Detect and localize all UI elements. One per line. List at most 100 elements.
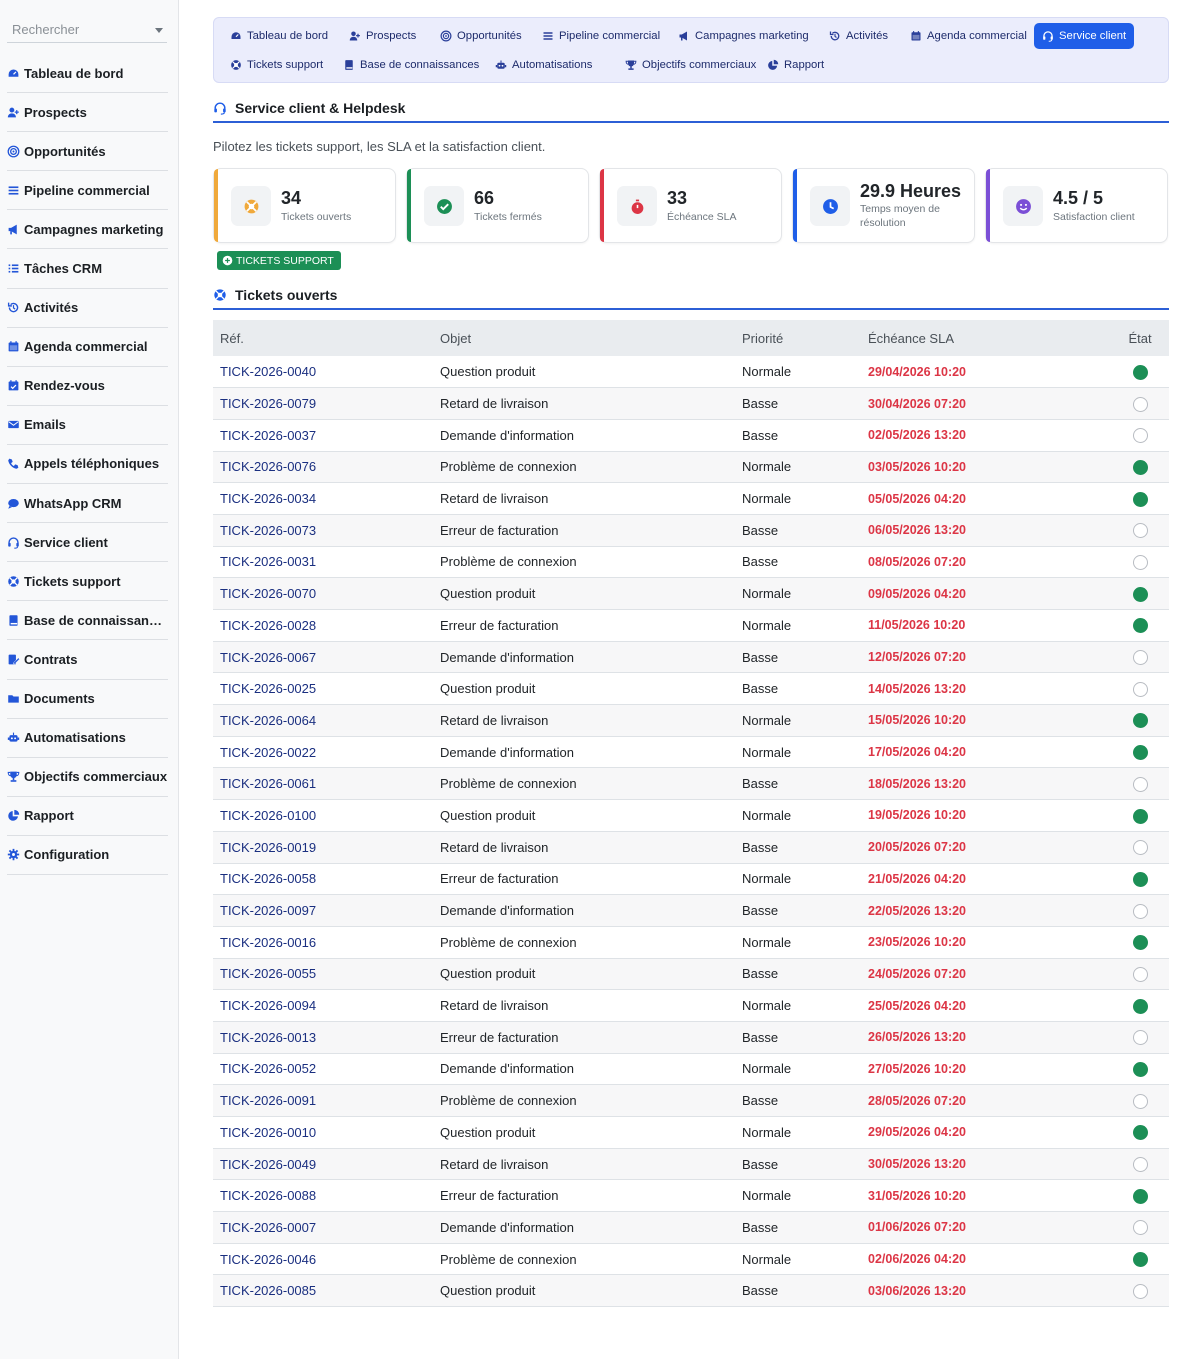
table-row[interactable]: TICK-2026-0088 Erreur de facturation Norma… (213, 1179, 1169, 1213)
status-dot-active-icon[interactable] (1132, 364, 1148, 380)
col-sla[interactable]: Échéance SLA (861, 320, 1111, 356)
status-dot-active-icon[interactable] (1132, 998, 1148, 1014)
ticket-ref-link[interactable]: TICK-2026-0007 (213, 1211, 433, 1244)
table-row[interactable]: TICK-2026-0100 Question produit Normale 19/… (213, 799, 1169, 832)
table-row[interactable]: TICK-2026-0019 Retard de livraison Basse 20… (213, 831, 1169, 864)
search-box[interactable] (7, 18, 167, 43)
status-dot-active-icon[interactable] (1132, 586, 1148, 602)
status-dot-inactive-icon[interactable] (1132, 840, 1148, 856)
ticket-ref-link[interactable]: TICK-2026-0049 (213, 1148, 433, 1181)
sidebar-item-trophy[interactable]: Objectifs commerciaux (7, 758, 168, 797)
status-dot-active-icon[interactable] (1132, 713, 1148, 729)
sidebar-item-pie-chart[interactable]: Rapport (7, 797, 168, 836)
tab-calendar[interactable]: Agenda commercial (902, 23, 1035, 49)
sidebar-item-envelope[interactable]: Emails (7, 406, 168, 445)
table-row[interactable]: TICK-2026-0025 Question produit Basse 14/05… (213, 672, 1169, 706)
sidebar-item-contract[interactable]: Contrats (7, 640, 168, 680)
status-dot-active-icon[interactable] (1132, 935, 1148, 951)
ticket-ref-link[interactable]: TICK-2026-0079 (213, 387, 433, 420)
table-row[interactable]: TICK-2026-0076 Problème de connexion Norma… (213, 451, 1169, 484)
ticket-ref-link[interactable]: TICK-2026-0055 (213, 958, 433, 991)
status-dot-inactive-icon[interactable] (1132, 776, 1148, 792)
ticket-ref-link[interactable]: TICK-2026-0061 (213, 767, 433, 801)
sidebar-item-phone[interactable]: Appels téléphoniques (7, 445, 168, 485)
sidebar-item-headset[interactable]: Service client (7, 523, 168, 563)
ticket-ref-link[interactable]: TICK-2026-0085 (213, 1274, 433, 1308)
status-dot-inactive-icon[interactable] (1132, 966, 1148, 982)
table-row[interactable]: TICK-2026-0013 Erreur de facturation Basse… (213, 1021, 1169, 1054)
ticket-ref-link[interactable]: TICK-2026-0031 (213, 546, 433, 579)
ticket-ref-link[interactable]: TICK-2026-0016 (213, 926, 433, 959)
ticket-ref-link[interactable]: TICK-2026-0097 (213, 894, 433, 927)
table-row[interactable]: TICK-2026-0031 Problème de connexion Basse… (213, 546, 1169, 579)
tab-lifebuoy[interactable]: Tickets support (222, 52, 331, 78)
status-dot-active-icon[interactable] (1132, 618, 1148, 634)
tab-robot[interactable]: Automatisations (487, 52, 600, 78)
ticket-ref-link[interactable]: TICK-2026-0037 (213, 419, 433, 452)
status-dot-inactive-icon[interactable] (1132, 650, 1148, 666)
table-row[interactable]: TICK-2026-0046 Problème de connexion Norma… (213, 1243, 1169, 1276)
status-dot-active-icon[interactable] (1132, 745, 1148, 761)
sidebar-item-dashboard[interactable]: Tableau de bord (7, 54, 168, 94)
table-row[interactable]: TICK-2026-0034 Retard de livraison Normale… (213, 482, 1169, 515)
ticket-ref-link[interactable]: TICK-2026-0046 (213, 1243, 433, 1276)
status-dot-active-icon[interactable] (1132, 808, 1148, 824)
table-row[interactable]: TICK-2026-0091 Problème de connexion Basse… (213, 1084, 1169, 1117)
chevron-down-icon[interactable] (155, 28, 163, 33)
status-dot-inactive-icon[interactable] (1132, 1093, 1148, 1109)
table-row[interactable]: TICK-2026-0037 Demande d'information Basse… (213, 419, 1169, 452)
table-row[interactable]: TICK-2026-0007 Demande d'information Basse… (213, 1211, 1169, 1244)
sidebar-item-lifebuoy[interactable]: Tickets support (7, 562, 168, 602)
ticket-ref-link[interactable]: TICK-2026-0010 (213, 1116, 433, 1149)
sidebar-item-history[interactable]: Activités (7, 289, 168, 328)
ticket-ref-link[interactable]: TICK-2026-0100 (213, 799, 433, 832)
tab-headset[interactable]: Service client (1034, 23, 1135, 49)
table-row[interactable]: TICK-2026-0094 Retard de livraison Normale… (213, 989, 1169, 1022)
col-objet[interactable]: Objet (433, 320, 735, 356)
status-dot-active-icon[interactable] (1132, 491, 1148, 507)
table-row[interactable]: TICK-2026-0040 Question produit Normale 29/… (213, 356, 1169, 389)
ticket-ref-link[interactable]: TICK-2026-0070 (213, 577, 433, 610)
tab-bars[interactable]: Pipeline commercial (534, 23, 668, 49)
status-dot-inactive-icon[interactable] (1132, 428, 1148, 444)
status-dot-inactive-icon[interactable] (1132, 523, 1148, 539)
col-priorite[interactable]: Priorité (735, 320, 861, 356)
status-dot-inactive-icon[interactable] (1132, 1220, 1148, 1236)
ticket-ref-link[interactable]: TICK-2026-0025 (213, 672, 433, 706)
col-ref[interactable]: Réf. (213, 320, 433, 356)
status-dot-active-icon[interactable] (1132, 1062, 1148, 1077)
status-dot-inactive-icon[interactable] (1132, 903, 1148, 919)
tab-user-plus[interactable]: Prospects (341, 23, 424, 49)
sidebar-item-gear[interactable]: Configuration (7, 836, 168, 875)
status-dot-active-icon[interactable] (1132, 871, 1148, 887)
tab-target[interactable]: Opportunités (432, 23, 530, 49)
table-row[interactable]: TICK-2026-0058 Erreur de facturation Norma… (213, 863, 1169, 896)
status-dot-inactive-icon[interactable] (1132, 681, 1148, 697)
ticket-ref-link[interactable]: TICK-2026-0076 (213, 451, 433, 484)
table-row[interactable]: TICK-2026-0079 Retard de livraison Basse 30… (213, 387, 1169, 420)
sidebar-item-megaphone[interactable]: Campagnes marketing (7, 210, 168, 250)
table-row[interactable]: TICK-2026-0097 Demande d'information Basse… (213, 894, 1169, 927)
status-dot-inactive-icon[interactable] (1132, 1283, 1148, 1299)
ticket-ref-link[interactable]: TICK-2026-0052 (213, 1053, 433, 1086)
status-dot-inactive-icon[interactable] (1132, 396, 1148, 412)
table-row[interactable]: TICK-2026-0016 Problème de connexion Norma… (213, 926, 1169, 959)
sidebar-item-bars[interactable]: Pipeline commercial (7, 171, 168, 211)
sidebar-item-calendar[interactable]: Agenda commercial (7, 328, 168, 367)
status-dot-inactive-icon[interactable] (1132, 1157, 1148, 1173)
ticket-ref-link[interactable]: TICK-2026-0034 (213, 482, 433, 515)
ticket-ref-link[interactable]: TICK-2026-0091 (213, 1084, 433, 1117)
table-row[interactable]: TICK-2026-0073 Erreur de facturation Basse… (213, 514, 1169, 547)
ticket-ref-link[interactable]: TICK-2026-0094 (213, 989, 433, 1022)
table-row[interactable]: TICK-2026-0010 Question produit Normale 29/… (213, 1116, 1169, 1149)
tab-book[interactable]: Base de connaissances (335, 52, 487, 78)
table-row[interactable]: TICK-2026-0067 Demande d'information Basse… (213, 641, 1169, 674)
status-dot-active-icon[interactable] (1132, 1125, 1148, 1141)
ticket-ref-link[interactable]: TICK-2026-0064 (213, 704, 433, 737)
table-row[interactable]: TICK-2026-0022 Demande d'information Norma… (213, 736, 1169, 769)
table-row[interactable]: TICK-2026-0061 Problème de connexion Basse… (213, 767, 1169, 801)
sidebar-item-robot[interactable]: Automatisations (7, 719, 168, 758)
sidebar-item-calendar-check[interactable]: Rendez-vous (7, 367, 168, 406)
ticket-ref-link[interactable]: TICK-2026-0073 (213, 514, 433, 547)
ticket-ref-link[interactable]: TICK-2026-0013 (213, 1021, 433, 1054)
